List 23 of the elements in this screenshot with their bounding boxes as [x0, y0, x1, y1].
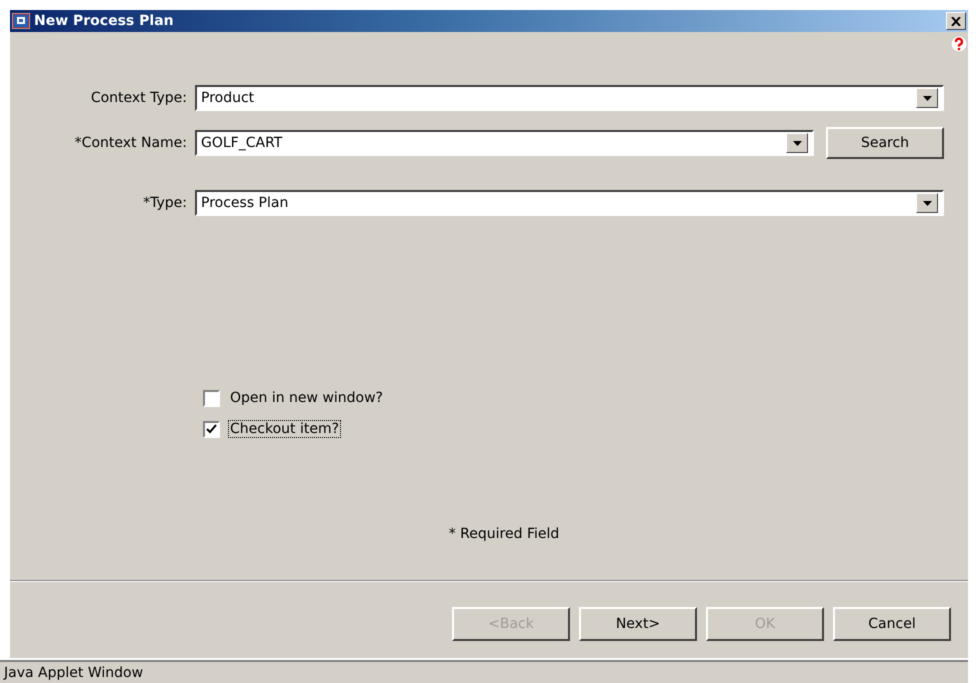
checkbox-label[interactable]: Checkout item? [228, 420, 342, 438]
help-icon[interactable] [950, 35, 968, 53]
window-title: New Process Plan [34, 13, 175, 29]
search-button[interactable]: Search [826, 127, 944, 159]
close-icon [951, 16, 961, 26]
required-note: * Required Field [448, 526, 560, 542]
dropdown-field[interactable]: Product [195, 85, 944, 111]
caret-icon [922, 96, 932, 100]
close-button[interactable] [946, 12, 966, 30]
checkbox-label[interactable]: Open in new window? [228, 389, 385, 407]
dialog-button[interactable]: Cancel [833, 607, 951, 641]
field-label: *Context Name: [74, 135, 188, 151]
checkbox[interactable] [203, 420, 220, 438]
dialog-button[interactable]: Next> [579, 607, 697, 641]
app-icon [12, 13, 30, 29]
caret-icon [792, 140, 802, 146]
status-bar: Java Applet Window [0, 660, 968, 683]
dropdown-field[interactable]: Process Plan [195, 190, 944, 216]
field-label: *Type: [142, 195, 188, 211]
checkbox[interactable] [203, 390, 220, 406]
caret-icon [922, 200, 932, 206]
field-label: Context Type: [90, 90, 188, 106]
dropdown-field[interactable]: GOLF_CART [195, 130, 814, 156]
